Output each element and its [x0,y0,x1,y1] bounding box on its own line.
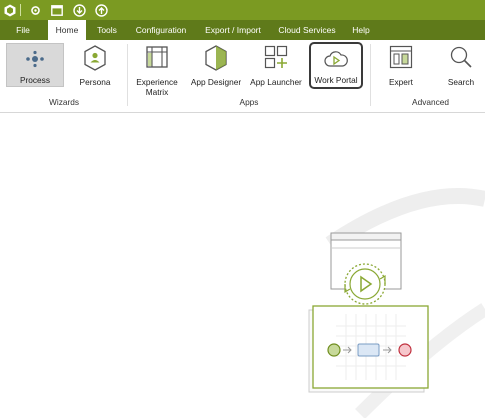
start-canvas [0,114,485,418]
process-icon [26,50,44,68]
expert-icon [389,45,413,69]
play-cycle-icon [344,263,386,305]
ribbon: Process Persona Wizards Experience Matri… [0,40,485,113]
app-designer-icon [205,45,227,71]
process-diagram-illustration [308,305,429,393]
window-icon[interactable] [50,3,64,17]
persona-label: Persona [79,77,111,87]
experience-matrix-label-2: Matrix [145,87,169,97]
persona-button[interactable]: Persona [68,43,122,87]
process-button[interactable]: Process [6,43,64,87]
experience-matrix-label-1: Experience [136,77,178,87]
tab-home[interactable]: Home [48,20,86,40]
app-launcher-icon [264,45,288,69]
tab-tools[interactable]: Tools [90,20,124,40]
tab-help[interactable]: Help [346,20,376,40]
tab-configuration[interactable]: Configuration [128,20,194,40]
advanced-group-label: Advanced [412,97,449,107]
work-portal-label: Work Portal [314,75,358,85]
persona-icon [84,45,106,71]
tab-cloud-services[interactable]: Cloud Services [272,20,342,40]
tab-export-import[interactable]: Export / Import [198,20,268,40]
title-bar [0,0,485,20]
group-separator [370,44,371,106]
work-portal-icon [324,51,348,67]
download-icon[interactable] [72,3,86,17]
upload-icon[interactable] [94,3,108,17]
expert-button[interactable]: Expert [378,43,424,87]
sync-icon[interactable] [28,3,42,17]
process-label: Process [20,75,50,85]
search-icon [450,46,472,68]
work-portal-button[interactable]: Work Portal [309,42,363,89]
apps-group-label: Apps [239,97,259,107]
experience-matrix-button[interactable]: Experience Matrix [131,43,183,97]
app-launcher-label: App Launcher [250,77,302,87]
app-designer-button[interactable]: App Designer [188,43,244,87]
search-button[interactable]: Search [438,43,484,87]
app-launcher-button[interactable]: App Launcher [248,43,304,87]
experience-matrix-icon [146,46,168,68]
search-label: Search [447,77,475,87]
group-separator [127,44,128,106]
title-separator [20,4,21,16]
app-designer-label: App Designer [190,77,242,87]
expert-label: Expert [389,77,413,87]
menu-tabs: File Home Tools Configuration Export / I… [0,20,485,40]
welcome-illustration [308,188,485,418]
wizards-group-label: Wizards [49,97,79,107]
tab-file[interactable]: File [6,20,40,40]
app-logo-icon [3,3,17,17]
